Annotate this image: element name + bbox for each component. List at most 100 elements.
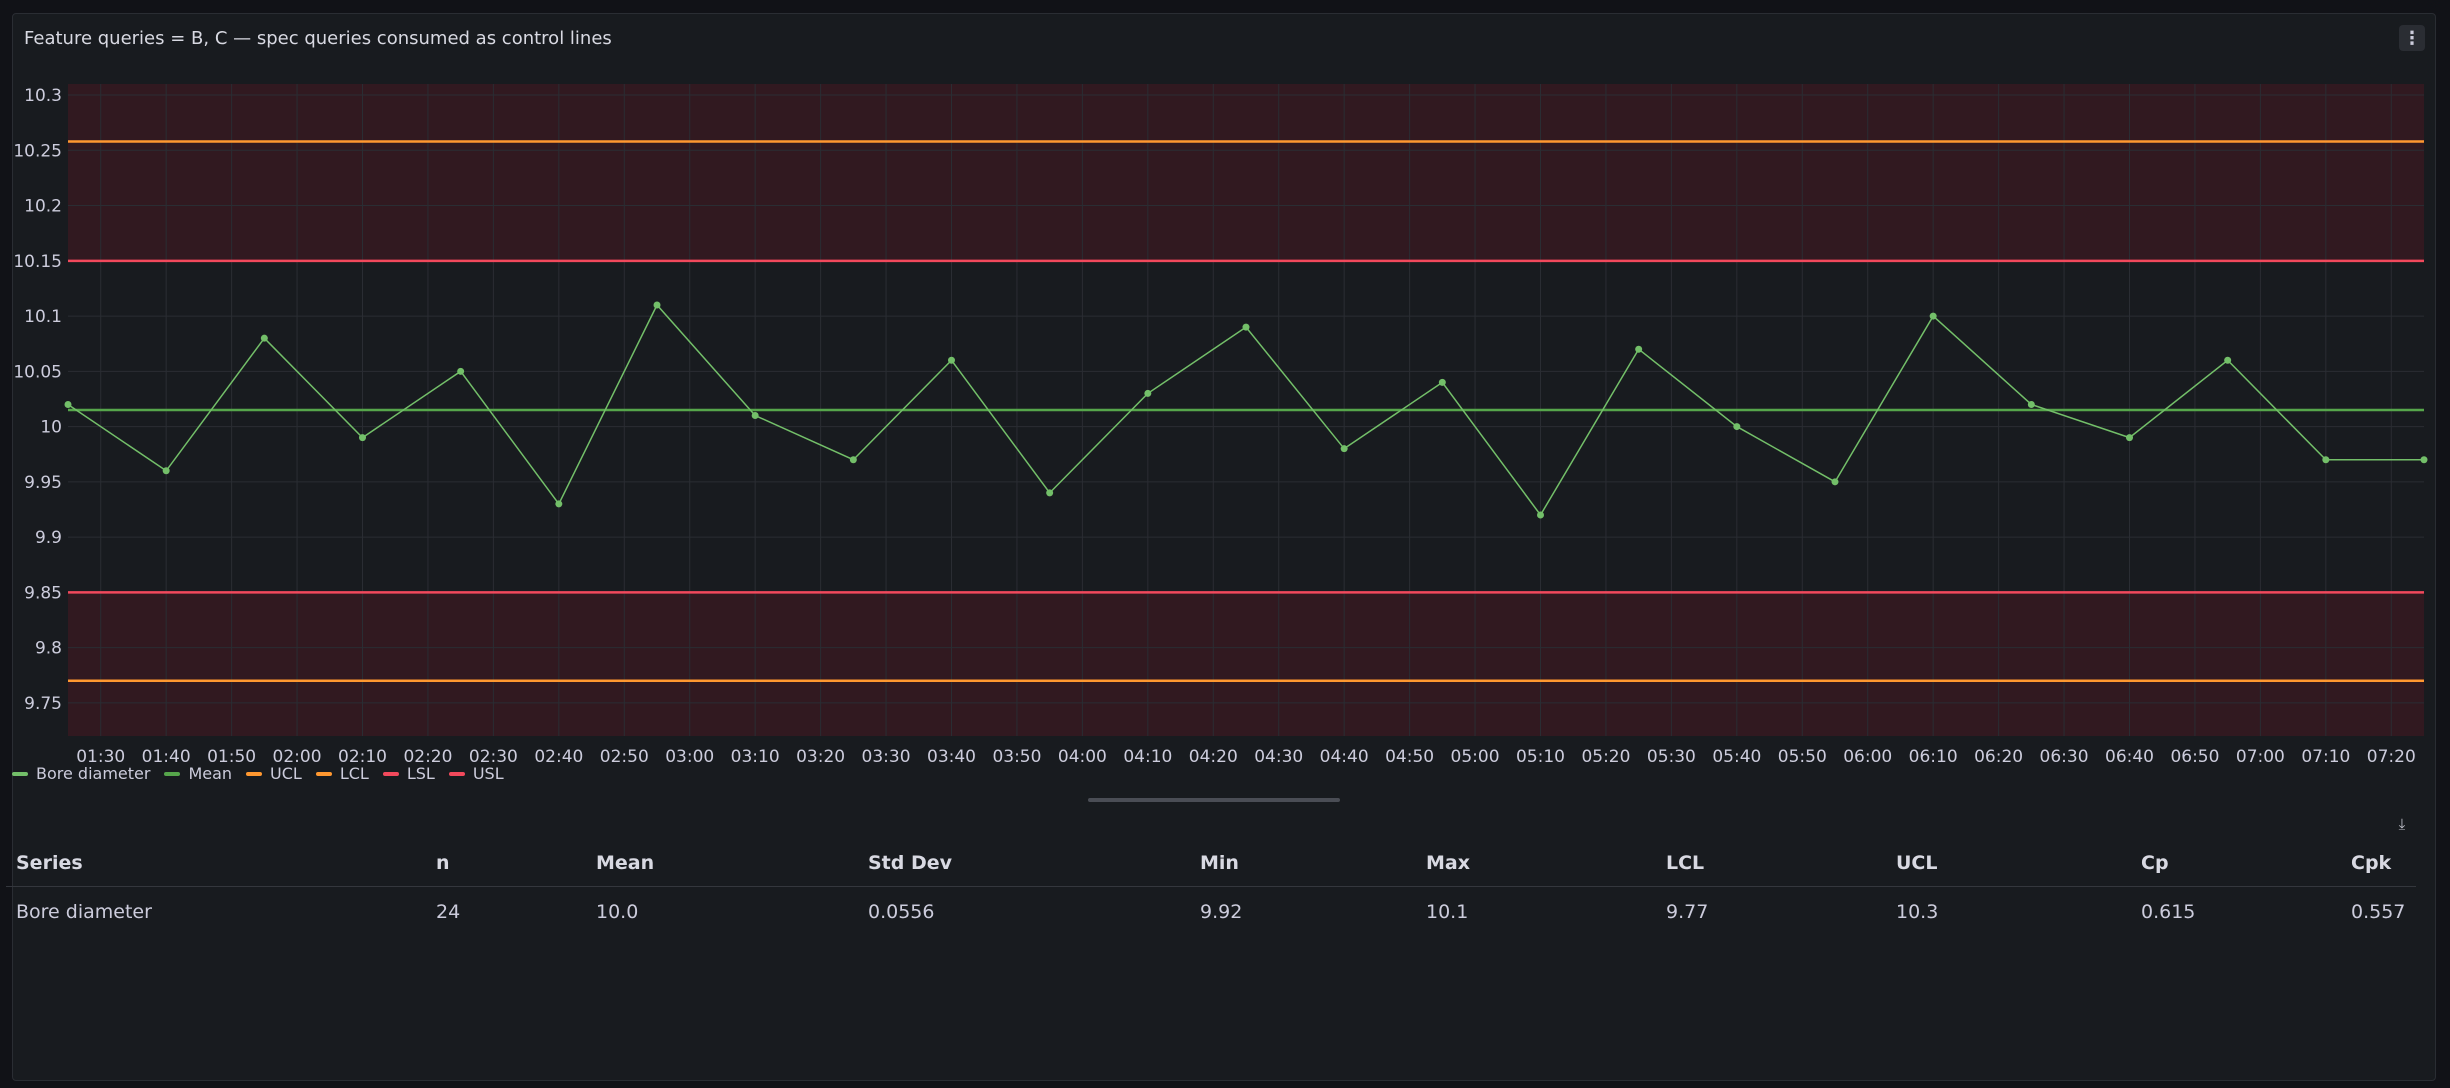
x-tick-label: 05:10 [1516, 747, 1565, 767]
x-tick-label: 05:30 [1647, 747, 1696, 767]
cell-cpk: 0.557 [2351, 901, 2406, 923]
col-header-ucl[interactable]: UCL [1886, 838, 2131, 887]
data-point [1340, 445, 1348, 453]
legend-item-bore-diameter[interactable]: Bore diameter [12, 764, 150, 783]
x-tick-label: 03:40 [927, 747, 976, 767]
cell-ucl: 10.3 [1896, 901, 1939, 923]
x-tick-label: 05:20 [1581, 747, 1630, 767]
x-tick-label: 03:50 [992, 747, 1041, 767]
legend-item-usl[interactable]: USL [448, 764, 504, 783]
download-icon[interactable]: ⤓ [2393, 815, 2411, 833]
panel-splitter-handle[interactable] [1088, 798, 1340, 802]
y-tick-label: 10.05 [13, 362, 62, 382]
legend-label: Mean [188, 764, 233, 783]
data-point [2420, 456, 2428, 464]
y-tick-label: 9.95 [24, 473, 62, 493]
x-tick-label: 06:30 [2040, 747, 2089, 767]
legend-label: USL [472, 764, 504, 783]
legend-item-ucl[interactable]: UCL [246, 764, 302, 783]
table-row: Bore diameter 24 10.0 0.0556 9.92 10.1 9… [6, 887, 2416, 938]
x-tick-label: 03:20 [796, 747, 845, 767]
legend-swatch [448, 771, 465, 776]
col-header-n[interactable]: n [426, 838, 586, 887]
x-tick-label: 03:00 [665, 747, 714, 767]
legend-swatch [382, 771, 399, 776]
data-point [555, 500, 563, 508]
x-tick-label: 02:50 [600, 747, 649, 767]
cell-lcl: 9.77 [1666, 901, 1709, 923]
data-point [849, 456, 857, 464]
y-tick-label: 9.8 [35, 639, 62, 659]
data-point [1046, 489, 1054, 497]
data-point [359, 434, 366, 442]
chart-legend: Bore diameter Mean UCL LCL LSL USL [12, 764, 518, 783]
legend-swatch [164, 771, 181, 776]
control-chart: 10.3 10.25 10.2 10.15 10.1 10.05 10 9.95 9.9 9.85… [13, 84, 2428, 767]
data-point [1242, 323, 1250, 331]
x-tick-label: 07:20 [2367, 747, 2416, 767]
data-point [1929, 312, 1937, 320]
x-tick-label: 05:00 [1451, 747, 1500, 767]
legend-label: Bore diameter [36, 764, 151, 783]
x-tick-label: 07:10 [2301, 747, 2350, 767]
data-point [2126, 434, 2133, 442]
table-header-row: Series n Mean Std Dev Min Max LCL UCL Cp… [6, 838, 2416, 887]
x-tick-label: 02:40 [534, 747, 583, 767]
data-point [2224, 356, 2232, 364]
lower-out-of-spec-band [68, 592, 2424, 736]
legend-item-mean[interactable]: Mean [164, 764, 232, 783]
data-point [653, 301, 661, 309]
data-point [948, 356, 955, 364]
legend-item-lsl[interactable]: LSL [382, 764, 435, 783]
y-tick-label: 10.2 [24, 197, 62, 217]
stats-table: Series n Mean Std Dev Min Max LCL UCL Cp… [6, 838, 2416, 937]
x-tick-label: 03:10 [731, 747, 780, 767]
data-point [2027, 400, 2035, 408]
cell-cp: 0.615 [2141, 901, 2196, 923]
x-tick-label: 06:00 [1843, 747, 1892, 767]
col-header-cp[interactable]: Cp [2131, 838, 2341, 887]
data-point [64, 400, 72, 408]
cell-n: 24 [436, 901, 461, 923]
col-header-mean[interactable]: Mean [586, 838, 858, 887]
x-tick-label: 04:00 [1058, 747, 1107, 767]
x-tick-label: 04:50 [1385, 747, 1434, 767]
y-tick-label: 10.25 [13, 141, 62, 161]
y-tick-label: 10.1 [24, 307, 62, 327]
col-header-cpk[interactable]: Cpk [2341, 838, 2416, 887]
col-header-lcl[interactable]: LCL [1656, 838, 1886, 887]
legend-swatch [12, 771, 28, 776]
x-tick-label: 04:10 [1123, 747, 1172, 767]
data-point [1144, 389, 1152, 397]
data-point [457, 367, 465, 375]
x-tick-label: 06:20 [1974, 747, 2023, 767]
col-header-std-dev[interactable]: Std Dev [858, 838, 1190, 887]
data-point [751, 412, 759, 420]
x-tick-label: 04:30 [1254, 747, 1303, 767]
y-tick-label: 10.15 [13, 252, 62, 272]
x-tick-label: 04:40 [1320, 747, 1369, 767]
data-point [162, 467, 170, 475]
cell-max: 10.1 [1426, 901, 1469, 923]
legend-swatch [315, 771, 332, 776]
legend-label: LSL [406, 764, 435, 783]
y-tick-label: 10.3 [24, 86, 62, 106]
data-point [1831, 478, 1839, 486]
cell-min: 9.92 [1200, 901, 1243, 923]
y-tick-label: 9.9 [35, 528, 62, 548]
data-point [1733, 423, 1741, 431]
x-tick-label: 06:10 [1909, 747, 1958, 767]
x-tick-label: 04:20 [1189, 747, 1238, 767]
data-point [1537, 511, 1544, 519]
data-point [2322, 456, 2330, 464]
legend-item-lcl[interactable]: LCL [315, 764, 369, 783]
cell-series: Bore diameter [16, 901, 152, 923]
data-point [260, 334, 268, 342]
legend-swatch [246, 771, 263, 776]
legend-label: LCL [339, 764, 369, 783]
col-header-series[interactable]: Series [6, 838, 426, 887]
col-header-min[interactable]: Min [1190, 838, 1416, 887]
col-header-max[interactable]: Max [1416, 838, 1656, 887]
x-tick-label: 07:00 [2236, 747, 2285, 767]
legend-label: UCL [270, 764, 302, 783]
